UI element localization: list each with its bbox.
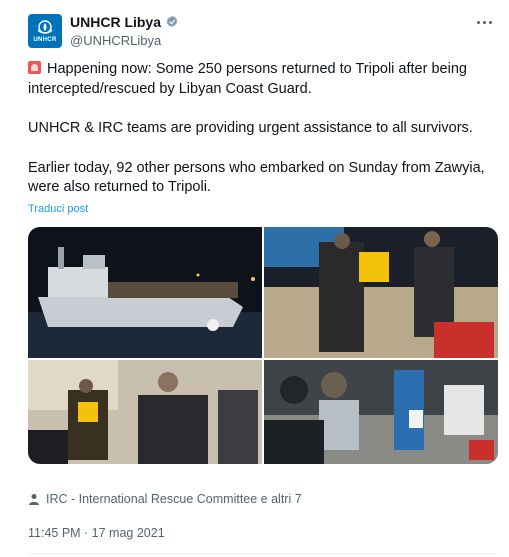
verified-badge-icon (166, 15, 178, 27)
survivors-photo[interactable] (264, 360, 498, 464)
media-grid (28, 227, 498, 464)
person-icon (29, 494, 39, 505)
tagged-text: IRC - International Rescue Committee e a… (46, 492, 302, 506)
tweet-paragraph: Earlier today, 92 other persons who emba… (28, 159, 485, 196)
display-name[interactable]: UNHCR Libya (70, 14, 161, 30)
more-options-icon[interactable] (473, 12, 495, 32)
name-row: UNHCR Libya (70, 14, 179, 30)
divider (28, 553, 498, 554)
unhcr-logo-icon (37, 19, 53, 34)
tagged-users[interactable]: IRC - International Rescue Committee e a… (28, 492, 302, 506)
logo-text: UNHCR (33, 36, 57, 43)
tweet-card: UNHCR UNHCR Libya @UNHCRLibya Happening … (0, 0, 509, 557)
siren-icon (28, 61, 41, 74)
account-handle[interactable]: @UNHCRLibya (70, 33, 161, 48)
indoor-assistance-photo[interactable] (28, 360, 262, 464)
aid-worker-photo[interactable] (264, 227, 498, 358)
boat-photo[interactable] (28, 227, 262, 358)
tweet-paragraph: UNHCR & IRC teams are providing urgent a… (28, 120, 473, 136)
tweet-paragraph: Happening now: Some 250 persons returned… (28, 61, 467, 97)
post-timestamp[interactable]: 11:45 PM · 17 mag 2021 (28, 526, 165, 540)
account-avatar[interactable]: UNHCR (28, 14, 62, 48)
translate-link[interactable]: Traduci post (28, 203, 88, 215)
tweet-text: Happening now: Some 250 persons returned… (28, 60, 498, 198)
